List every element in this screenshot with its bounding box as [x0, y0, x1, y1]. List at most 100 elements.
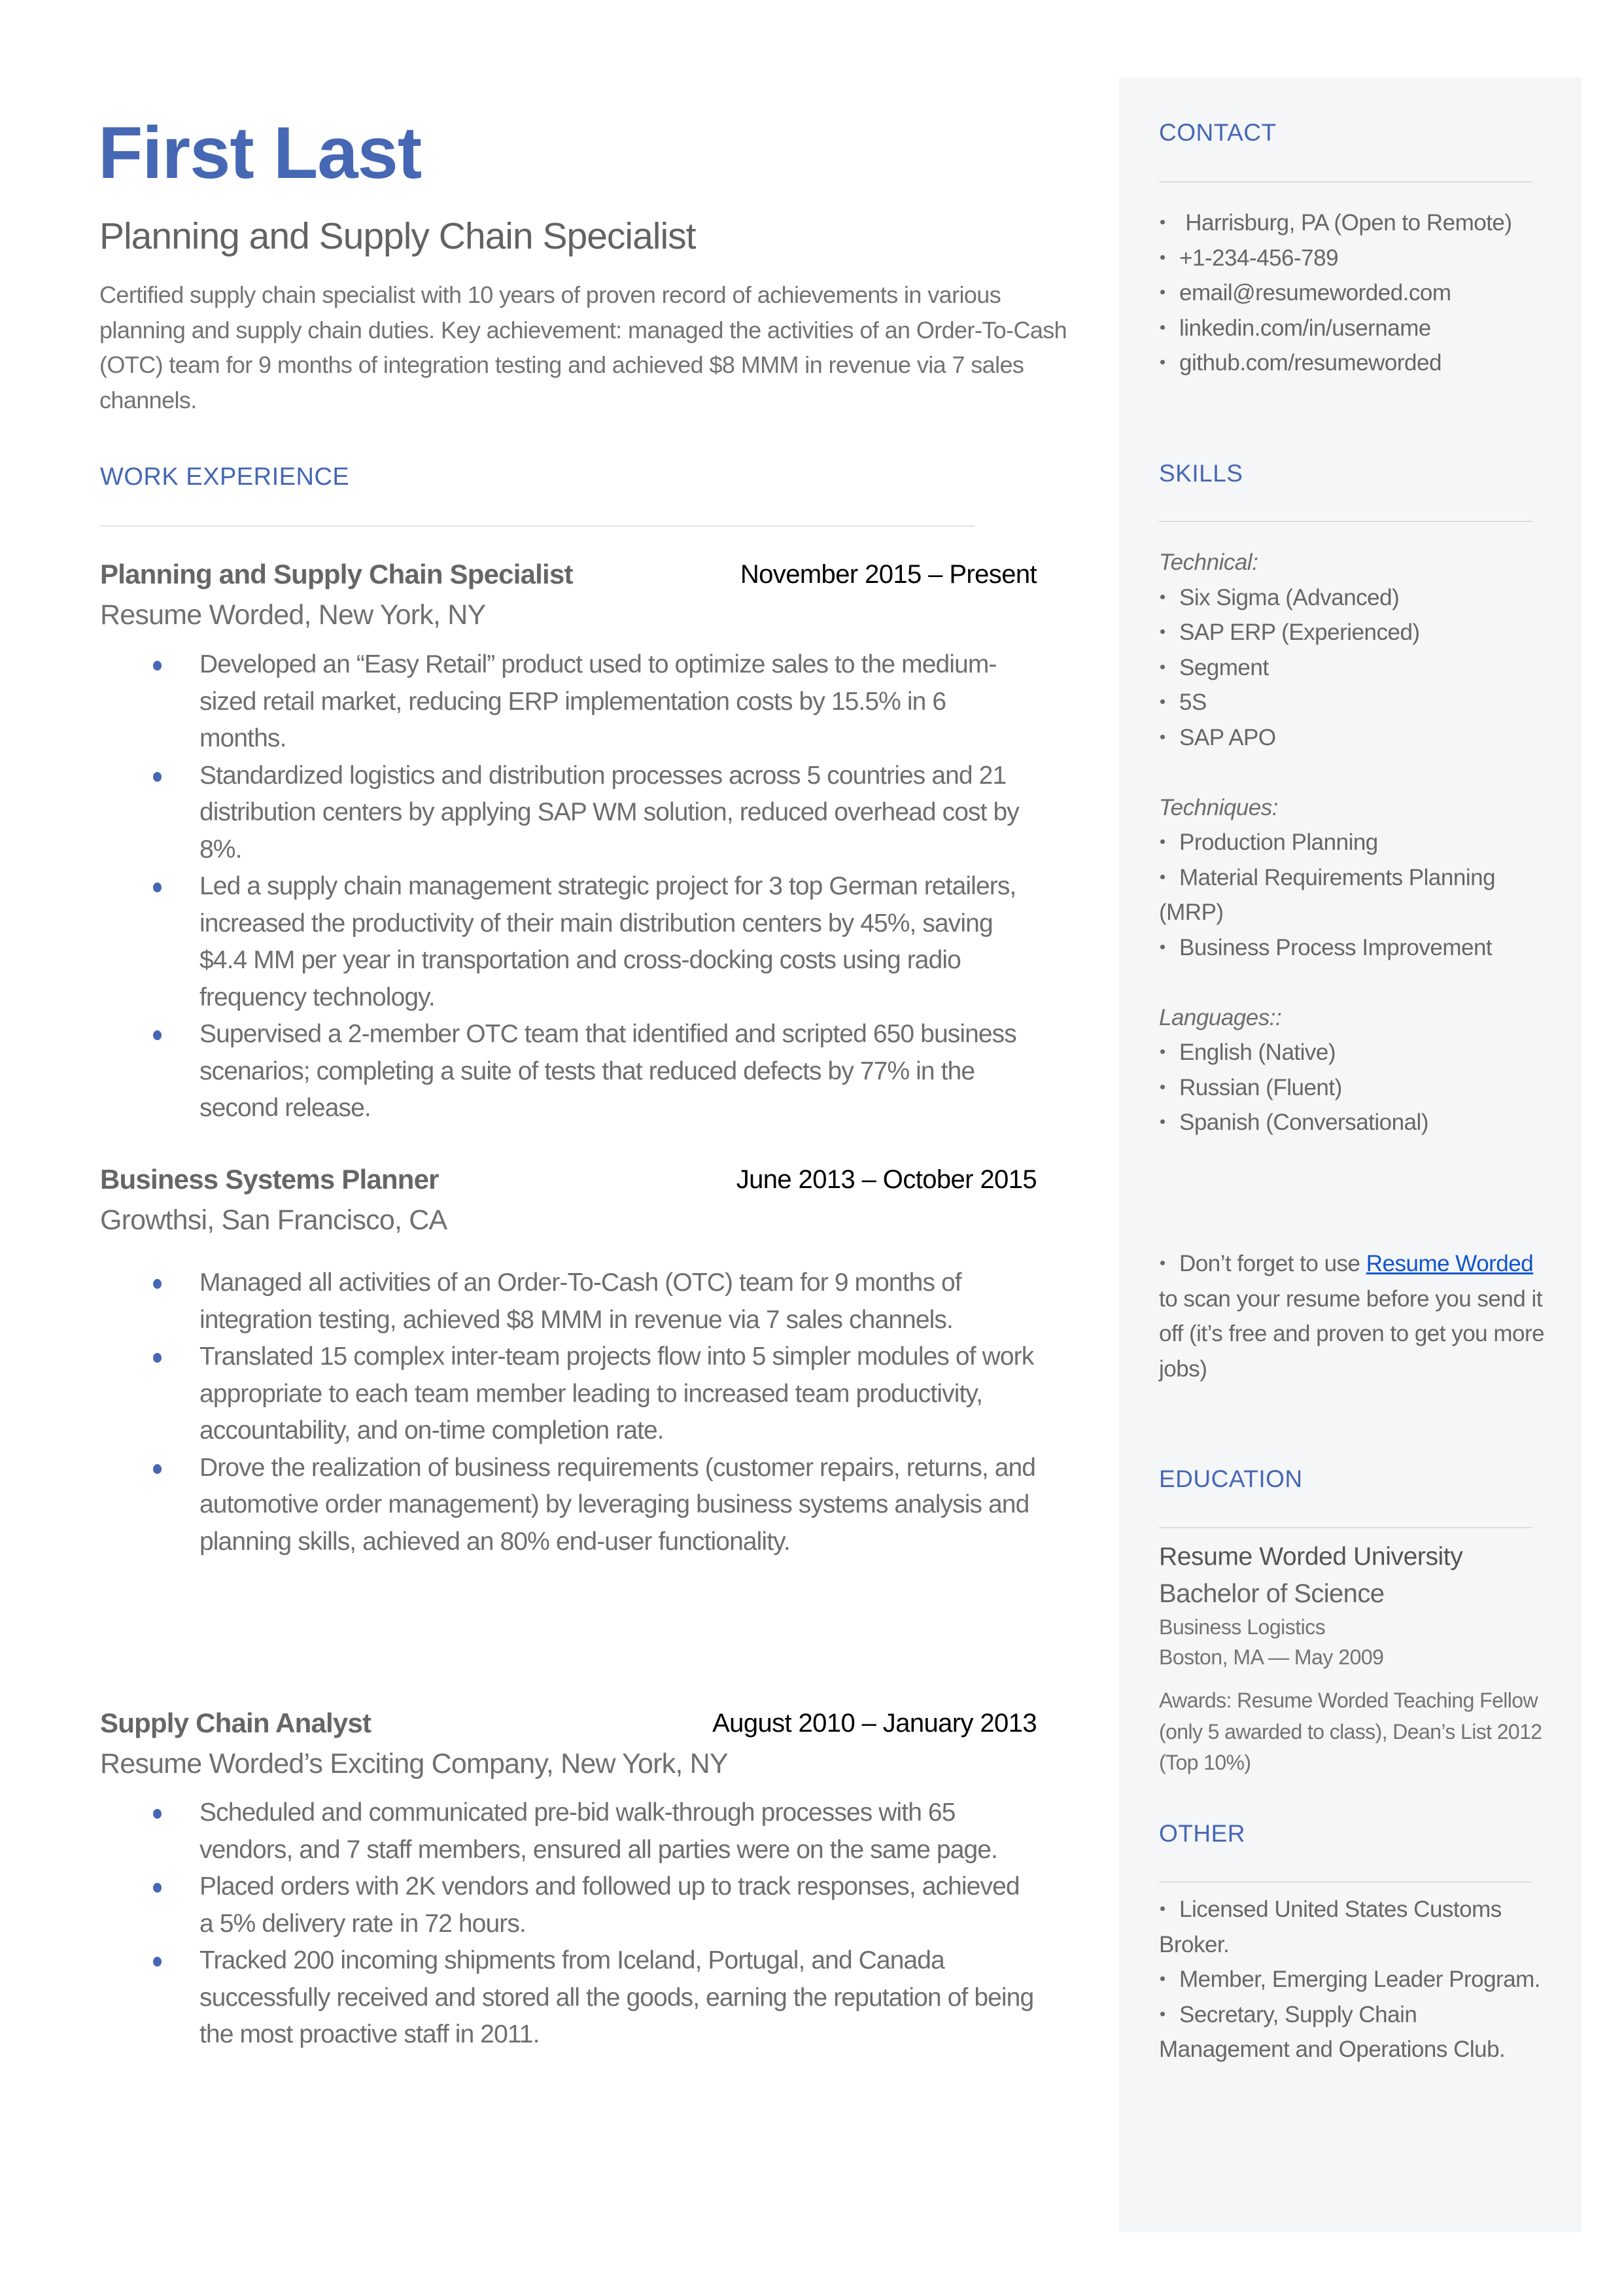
contact-linkedin-text[interactable]: linkedin.com/in/username	[1179, 315, 1431, 341]
education-school: Resume Worded University	[1159, 1543, 1463, 1571]
skill-text: Production Planning	[1179, 830, 1378, 855]
job-bullet: Drove the realization of business requir…	[100, 1450, 1037, 1561]
resume-worded-tip: Don’t forget to use Resume Worded to sca…	[1159, 1246, 1551, 1386]
contact-email[interactable]: email@resumeworded.com	[1159, 275, 1551, 311]
skill-text: SAP APO	[1179, 724, 1276, 750]
job-bullets: Scheduled and communicated pre-bid walk-…	[100, 1795, 1037, 2054]
other-item-text: Member, Emerging Leader Program.	[1179, 1967, 1541, 1992]
contact-phone-text[interactable]: +1-234-456-789	[1179, 245, 1339, 271]
candidate-name: First Last	[98, 112, 422, 194]
summary-paragraph: Certified supply chain specialist with 1…	[99, 281, 1067, 413]
education-degree: Bachelor of Science	[1159, 1579, 1385, 1608]
bullet-dot-icon	[1160, 220, 1165, 225]
bullet-dot-icon	[1160, 594, 1165, 599]
skills-heading: SKILLS	[1159, 460, 1243, 487]
education-block: Resume Worded University Bachelor of Sci…	[1159, 1539, 1551, 1779]
contact-github-text[interactable]: github.com/resumeworded	[1179, 350, 1442, 376]
bullet-dot-icon	[1160, 699, 1165, 705]
language-item: Russian (Fluent)	[1159, 1070, 1551, 1106]
bullet-dot-icon	[1160, 1119, 1165, 1125]
skill-text: 5S	[1179, 690, 1207, 715]
bullet-dot-icon	[1160, 734, 1165, 739]
contact-heading: CONTACT	[1159, 119, 1277, 146]
skill-text: Material Requirements Planning (MRP)	[1159, 864, 1496, 926]
resume-worded-link[interactable]: Resume Worded	[1366, 1251, 1534, 1276]
other-item: Licensed United States Customs Broker.	[1159, 1892, 1551, 1962]
bullet-text: Scheduled and communicated pre-bid walk-…	[199, 1798, 998, 1864]
skill-text: Business Process Improvement	[1179, 934, 1493, 960]
bullet-dot-icon	[1160, 839, 1165, 845]
section-divider	[1159, 1882, 1532, 1883]
bullet-text: Tracked 200 incoming shipments from Icel…	[199, 1946, 1034, 2048]
skill-text: SAP ERP (Experienced)	[1179, 620, 1420, 645]
job-bullets: Developed an “Easy Retail” product used …	[100, 646, 1037, 1127]
contact-linkedin[interactable]: linkedin.com/in/username	[1159, 311, 1551, 346]
bullet-text: Developed an “Easy Retail” product used …	[199, 650, 997, 752]
contact-list: Harrisburg, PA (Open to Remote) +1-234-4…	[1159, 205, 1551, 381]
bullet-dot-icon	[1160, 324, 1165, 330]
section-divider	[1159, 181, 1532, 183]
bullet-dot-icon	[1160, 1049, 1165, 1055]
other-list: Licensed United States Customs Broker. M…	[1159, 1892, 1551, 2067]
skill-text: Segment	[1179, 654, 1269, 680]
bullet-text: Drove the realization of business requir…	[199, 1453, 1036, 1556]
skills-technical-label: Technical:	[1159, 550, 1258, 575]
job-bullet: Tracked 200 incoming shipments from Icel…	[100, 1942, 1037, 2054]
bullet-dot-icon	[1160, 1976, 1165, 1982]
job-dates: August 2010 – January 2013	[712, 1709, 1037, 1738]
section-divider	[1159, 1527, 1532, 1528]
job-dates: June 2013 – October 2015	[736, 1165, 1037, 1194]
skill-item: SAP APO	[1159, 720, 1551, 756]
job-entry: Supply Chain Analyst August 2010 – Janua…	[100, 1704, 1037, 2054]
skills-technical-list: Six Sigma (Advanced) SAP ERP (Experience…	[1159, 580, 1551, 756]
skills-block: Technical: Six Sigma (Advanced) SAP ERP …	[1159, 545, 1551, 1140]
job-bullet: Led a supply chain management strategic …	[100, 868, 1037, 1016]
tip-text-after: to scan your resume before you send it o…	[1159, 1286, 1545, 1382]
bullet-dot-icon	[1160, 254, 1165, 260]
job-bullet: Managed all activities of an Order-To-Ca…	[100, 1265, 1037, 1339]
section-divider	[1159, 521, 1532, 522]
bullet-text: Managed all activities of an Order-To-Ca…	[199, 1269, 962, 1334]
language-text: English (Native)	[1179, 1040, 1336, 1065]
education-field: Business Logistics	[1159, 1615, 1326, 1639]
contact-location-text: Harrisburg, PA (Open to Remote)	[1179, 210, 1512, 236]
contact-email-text[interactable]: email@resumeworded.com	[1179, 280, 1451, 306]
bullet-text: Translated 15 complex inter-team project…	[199, 1342, 1034, 1445]
contact-phone[interactable]: +1-234-456-789	[1159, 241, 1551, 276]
bullet-dot-icon	[1160, 874, 1165, 879]
job-entry: Planning and Supply Chain Specialist Nov…	[100, 555, 1037, 1127]
bullet-dot-icon	[153, 883, 162, 892]
bullet-dot-icon	[1160, 664, 1165, 669]
contact-github[interactable]: github.com/resumeworded	[1159, 345, 1551, 381]
skill-item: Segment	[1159, 650, 1551, 686]
job-entry: Business Systems Planner June 2013 – Oct…	[100, 1160, 1037, 1560]
other-item-text: Licensed United States Customs Broker.	[1159, 1897, 1502, 1957]
bullet-dot-icon	[153, 1353, 162, 1363]
language-item: English (Native)	[1159, 1035, 1551, 1070]
tip-text-before: Don’t forget to use	[1179, 1251, 1366, 1276]
skills-techniques-list: Production Planning Material Requirement…	[1159, 825, 1551, 965]
job-dates: November 2015 – Present	[740, 560, 1037, 589]
skill-text: Six Sigma (Advanced)	[1179, 584, 1400, 610]
language-text: Spanish (Conversational)	[1179, 1110, 1428, 1135]
contact-location: Harrisburg, PA (Open to Remote)	[1159, 205, 1551, 241]
job-bullet: Placed orders with 2K vendors and follow…	[100, 1868, 1037, 1942]
bullet-dot-icon	[1160, 944, 1165, 949]
skill-item: SAP ERP (Experienced)	[1159, 615, 1551, 650]
job-bullet: Translated 15 complex inter-team project…	[100, 1339, 1037, 1450]
bullet-dot-icon	[153, 1809, 162, 1819]
bullet-text: Placed orders with 2K vendors and follow…	[199, 1872, 1020, 1938]
bullet-dot-icon	[1160, 2011, 1165, 2016]
skill-item: Material Requirements Planning (MRP)	[1159, 860, 1551, 930]
bullet-dot-icon	[1160, 629, 1165, 635]
bullet-text: Standardized logistics and distribution …	[199, 761, 1020, 864]
skills-languages-list: English (Native) Russian (Fluent) Spanis…	[1159, 1035, 1551, 1140]
education-heading: EDUCATION	[1159, 1465, 1303, 1492]
bullet-dot-icon	[153, 771, 162, 782]
job-company: Resume Worded’s Exciting Company, New Yo…	[100, 1748, 729, 1779]
skills-techniques-label: Techniques:	[1159, 794, 1278, 820]
other-item: Member, Emerging Leader Program.	[1159, 1962, 1551, 1997]
bullet-dot-icon	[1160, 360, 1165, 365]
skills-languages-label: Languages::	[1159, 1004, 1282, 1030]
